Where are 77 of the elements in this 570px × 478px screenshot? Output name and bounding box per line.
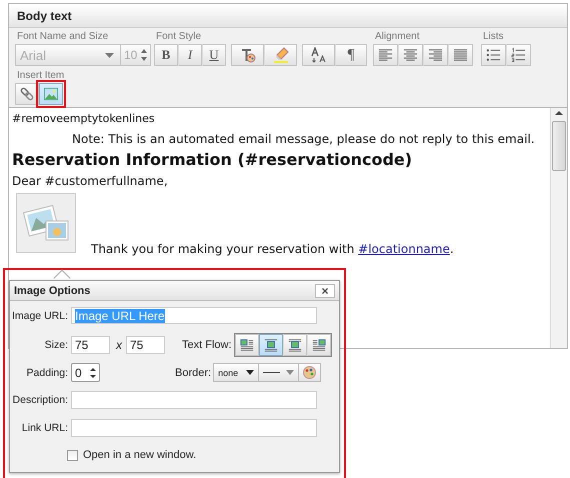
dropdown-arrow-icon bbox=[105, 52, 114, 58]
close-button[interactable]: × bbox=[315, 284, 335, 298]
italic-button[interactable]: I bbox=[178, 44, 202, 66]
text-flow-option[interactable] bbox=[306, 334, 331, 356]
image-placeholder bbox=[16, 193, 76, 253]
wrap-right-layout-icon bbox=[312, 337, 326, 353]
chain-link-icon bbox=[20, 86, 34, 102]
align-center-icon bbox=[403, 47, 418, 63]
field-label: Text Flow: bbox=[182, 339, 233, 351]
field-label: Description: bbox=[12, 394, 69, 406]
scroll-up-icon[interactable] bbox=[555, 108, 563, 118]
field-label: Padding: bbox=[26, 366, 69, 378]
scrollbar[interactable] bbox=[550, 108, 567, 348]
link-url-field[interactable] bbox=[71, 419, 317, 437]
dropdown-arrow-icon bbox=[246, 370, 254, 375]
highlighter-icon bbox=[272, 47, 288, 63]
bold-button[interactable]: B bbox=[154, 44, 178, 66]
note-text: Note: This is an automated email message, please do not reply to this email. bbox=[71, 132, 536, 146]
middle-layout-icon bbox=[288, 337, 302, 353]
border-color-button[interactable] bbox=[299, 363, 322, 382]
align-left-button[interactable] bbox=[373, 44, 398, 66]
token-line: #removeemptytokenlines bbox=[12, 112, 156, 125]
wrap-left-layout-icon bbox=[240, 337, 254, 353]
justify-button[interactable] bbox=[448, 44, 473, 66]
padding-spinner[interactable]: 0 bbox=[71, 363, 100, 382]
justify-icon bbox=[453, 47, 468, 63]
align-left-icon bbox=[378, 47, 393, 63]
field-label: Image URL: bbox=[10, 310, 69, 322]
field-label: Size: bbox=[44, 339, 69, 351]
text-flow-option[interactable] bbox=[258, 334, 283, 356]
block-layout-icon bbox=[264, 337, 278, 353]
align-center-button[interactable] bbox=[398, 44, 423, 66]
group-label: Lists bbox=[482, 31, 505, 43]
group-label: Font Name and Size bbox=[16, 31, 110, 43]
spinner-arrows-icon bbox=[90, 366, 96, 378]
scroll-thumb[interactable] bbox=[552, 121, 566, 171]
numbered-list-icon bbox=[511, 47, 526, 63]
group-label: Font Style bbox=[155, 31, 202, 43]
dropdown-arrow-icon bbox=[286, 370, 294, 375]
palette-icon bbox=[303, 366, 316, 379]
field-label: Border: bbox=[175, 366, 212, 378]
picture-icon bbox=[44, 87, 58, 101]
paragraph-marks-button[interactable]: ¶ bbox=[335, 44, 367, 66]
border-style-select[interactable]: none bbox=[213, 363, 260, 382]
width-field[interactable]: 75 bbox=[71, 336, 110, 354]
greeting-text: Dear #customerfullname, bbox=[12, 174, 169, 188]
thank-you-text: Thank you for making your reservation with #locationname. bbox=[91, 242, 454, 256]
selected-text: Image URL Here bbox=[75, 308, 165, 322]
field-label: Link URL: bbox=[20, 422, 69, 434]
description-field[interactable] bbox=[71, 391, 317, 409]
numbering-button[interactable] bbox=[506, 44, 531, 66]
group-label: Alignment bbox=[374, 31, 420, 43]
section-heading: Reservation Information (#reservationcode) bbox=[12, 150, 414, 169]
group-label: Insert Item bbox=[16, 70, 66, 82]
location-token-link[interactable]: #locationname bbox=[358, 242, 450, 256]
checkbox-label: Open in a new window. bbox=[83, 449, 196, 461]
highlight-button[interactable] bbox=[264, 44, 297, 66]
bullet-list-icon bbox=[486, 47, 501, 63]
height-field[interactable]: 75 bbox=[126, 336, 165, 354]
checkbox[interactable] bbox=[67, 450, 78, 460]
insert-link-button[interactable] bbox=[15, 83, 39, 105]
text-flow-option[interactable] bbox=[234, 334, 259, 356]
font-size-button[interactable] bbox=[302, 44, 335, 66]
line-style-select[interactable] bbox=[259, 363, 300, 382]
dialog-title: Image Options bbox=[14, 284, 90, 296]
font-size-icon bbox=[310, 47, 326, 63]
align-right-icon bbox=[428, 47, 443, 63]
text-color-button[interactable] bbox=[231, 44, 264, 66]
solid-line-icon bbox=[263, 372, 280, 374]
underline-button[interactable]: U bbox=[202, 44, 226, 66]
text-flow-option[interactable] bbox=[282, 334, 307, 356]
align-right-button[interactable] bbox=[423, 44, 448, 66]
spinner-arrows-icon bbox=[141, 48, 147, 62]
size-separator: x bbox=[114, 338, 124, 352]
panel-title: Body text bbox=[9, 4, 567, 28]
bullets-button[interactable] bbox=[481, 44, 506, 66]
text-color-icon bbox=[240, 47, 256, 63]
